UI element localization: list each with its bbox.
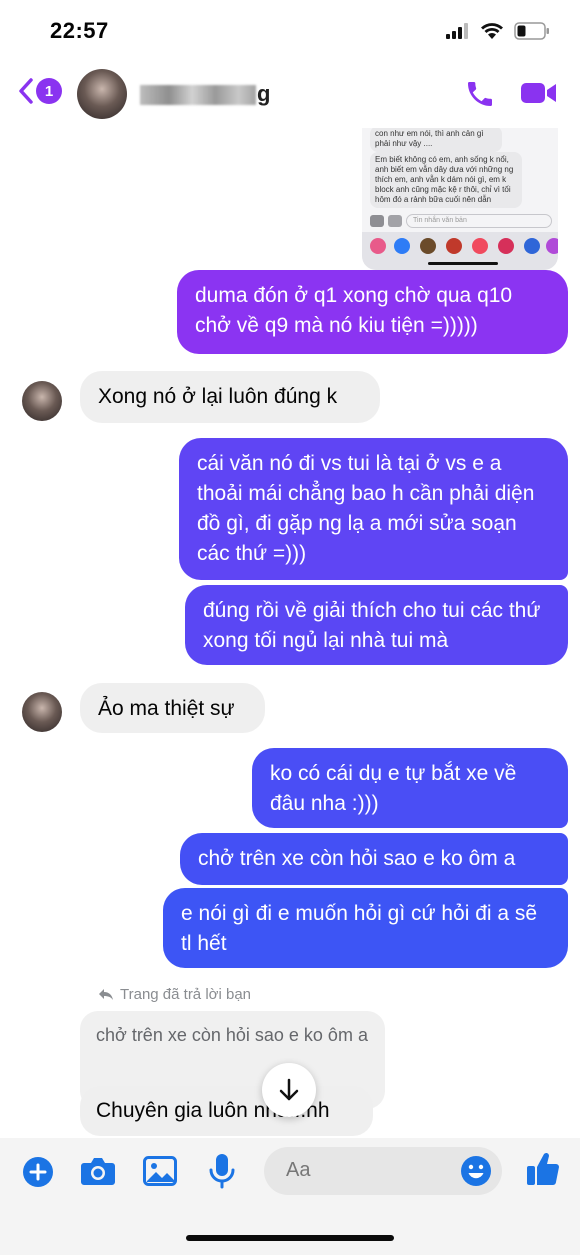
gallery-button[interactable] bbox=[143, 1156, 177, 1191]
app-store-icon bbox=[388, 215, 402, 227]
message-list[interactable]: con như em nói, thì anh cản gì phải như … bbox=[0, 128, 580, 1138]
phone-icon bbox=[468, 82, 492, 106]
message-input[interactable]: Aa bbox=[264, 1147, 502, 1195]
heart-icon bbox=[498, 238, 514, 254]
emoji-button[interactable] bbox=[460, 1155, 492, 1192]
cellular-signal-icon bbox=[446, 23, 468, 39]
home-indicator bbox=[186, 1235, 394, 1241]
scroll-to-bottom-button[interactable] bbox=[262, 1063, 316, 1117]
screenshot-input-row: Tin nhắn văn bản bbox=[370, 212, 552, 230]
outgoing-message[interactable]: chở trên xe còn hỏi sao e ko ôm a bbox=[180, 833, 568, 885]
message-text: e nói gì đi e muốn hỏi gì cứ hỏi đi a sẽ… bbox=[181, 902, 538, 955]
battery-icon bbox=[514, 22, 549, 40]
memoji-icon bbox=[420, 238, 436, 254]
incoming-message[interactable]: Ảo ma thiệt sự bbox=[80, 683, 265, 733]
screenshot-bubble: Em biết không có em, anh sống k nổi, anh… bbox=[370, 152, 522, 208]
reply-arrow-icon bbox=[99, 989, 113, 1000]
thumbs-up-icon bbox=[527, 1152, 559, 1185]
camera-icon bbox=[370, 215, 384, 227]
message-text: ko có cái dụ e tự bắt xe về đâu nha :))) bbox=[270, 762, 517, 815]
back-button[interactable]: 1 bbox=[18, 78, 62, 104]
music-icon bbox=[472, 238, 488, 254]
reply-label-text: Trang đã trả lời bạn bbox=[120, 986, 252, 1003]
microphone-icon bbox=[209, 1154, 235, 1189]
contact-avatar-small[interactable] bbox=[22, 381, 62, 421]
message-text: đúng rồi về giải thích cho tui các thứ x… bbox=[203, 599, 541, 652]
contact-name[interactable]: g bbox=[257, 81, 270, 107]
photos-icon bbox=[370, 238, 386, 254]
add-button[interactable] bbox=[22, 1156, 54, 1193]
incoming-message[interactable]: Xong nó ở lại luôn đúng k bbox=[80, 371, 380, 423]
contact-avatar[interactable] bbox=[77, 69, 127, 119]
reply-indicator: Trang đã trả lời bạn bbox=[98, 986, 251, 1003]
incoming-message[interactable]: Chuyên gia luôn nha...hh bbox=[80, 1086, 373, 1136]
plus-circle-icon bbox=[23, 1157, 53, 1187]
quoted-text: chở trên xe còn hỏi sao e ko ôm a bbox=[96, 1025, 368, 1045]
contact-name-redacted bbox=[140, 85, 256, 105]
outgoing-message[interactable]: cái văn nó đi vs tui là tại ở vs e a tho… bbox=[179, 438, 568, 580]
outgoing-message[interactable]: duma đón ở q1 xong chờ qua q10 chở về q9… bbox=[177, 270, 568, 354]
game-icon bbox=[524, 238, 540, 254]
shared-screenshot-image[interactable]: con như em nói, thì anh cản gì phải như … bbox=[362, 128, 558, 270]
chat-header: 1 g bbox=[0, 62, 580, 128]
message-input-placeholder: Aa bbox=[286, 1159, 311, 1181]
video-camera-icon bbox=[521, 83, 556, 103]
message-text: chở trên xe còn hỏi sao e ko ôm a bbox=[198, 847, 516, 870]
voice-button[interactable] bbox=[209, 1153, 235, 1194]
outgoing-message[interactable]: đúng rồi về giải thích cho tui các thứ x… bbox=[185, 585, 568, 665]
screenshot-input: Tin nhắn văn bản bbox=[406, 214, 552, 228]
unread-count-badge: 1 bbox=[36, 78, 62, 104]
digital-touch-icon bbox=[446, 238, 462, 254]
status-time: 22:57 bbox=[50, 18, 109, 43]
message-text: Xong nó ở lại luôn đúng k bbox=[98, 385, 338, 408]
message-text: duma đón ở q1 xong chờ qua q10 chở về q9… bbox=[195, 284, 513, 337]
app-store-icon bbox=[394, 238, 410, 254]
arrow-down-icon bbox=[279, 1078, 299, 1101]
audio-call-button[interactable] bbox=[464, 78, 496, 115]
screenshot-bubble: con như em nói, thì anh cản gì phải như … bbox=[370, 128, 502, 152]
chevron-left-icon bbox=[19, 78, 33, 104]
camera-icon bbox=[81, 1158, 115, 1185]
image-icon bbox=[143, 1156, 177, 1186]
smiley-icon bbox=[461, 1156, 491, 1186]
status-bar: 22:57 bbox=[0, 0, 580, 62]
message-text: cái văn nó đi vs tui là tại ở vs e a tho… bbox=[197, 452, 535, 565]
message-text: Ảo ma thiệt sự bbox=[98, 697, 235, 720]
video-call-button[interactable] bbox=[520, 80, 558, 111]
status-icons bbox=[446, 22, 550, 40]
outgoing-message[interactable]: ko có cái dụ e tự bắt xe về đâu nha :))) bbox=[252, 748, 568, 828]
wifi-icon bbox=[481, 23, 503, 39]
camera-button[interactable] bbox=[80, 1155, 116, 1192]
screenshot-home-indicator bbox=[428, 262, 498, 265]
message-composer: Aa bbox=[0, 1138, 580, 1255]
outgoing-message[interactable]: e nói gì đi e muốn hỏi gì cứ hỏi đi a sẽ… bbox=[163, 888, 568, 968]
like-button[interactable] bbox=[526, 1151, 560, 1192]
app-icon bbox=[546, 238, 558, 254]
contact-avatar-small[interactable] bbox=[22, 692, 62, 732]
